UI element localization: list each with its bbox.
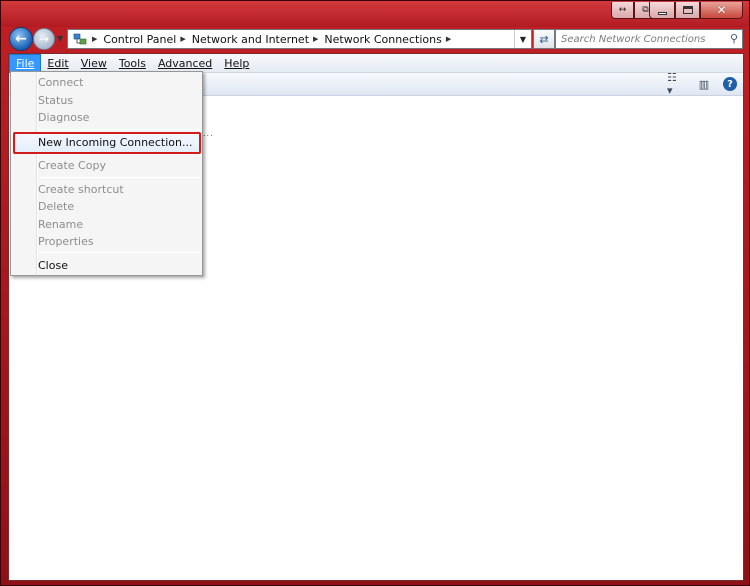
search-icon[interactable]: ⚲ [730, 32, 738, 45]
explorer-window: ↔ ⧉ ✕ ← → ▼ ▶ Control Panel ▶ Network an… [0, 0, 750, 586]
menu-separator [38, 154, 200, 155]
menu-separator [38, 252, 200, 253]
navigation-bar: ← → ▼ ▶ Control Panel ▶ Network and Inte… [9, 27, 743, 51]
menu-advanced-label: Advanced [157, 56, 213, 70]
file-menu-dropdown: Connect Status Diagnose New Incoming Con… [10, 71, 203, 276]
menu-edit[interactable]: Edit [41, 54, 74, 73]
resize-arrows-icon[interactable]: ↔ [611, 2, 634, 19]
breadcrumb-control-panel[interactable]: Control Panel [103, 33, 176, 46]
menu-help-label: Help [224, 56, 250, 70]
file-menu-connect[interactable]: Connect [38, 74, 83, 91]
file-menu-new-incoming-connection[interactable]: New Incoming Connection... [38, 134, 192, 151]
menu-file[interactable]: File [9, 53, 42, 73]
file-menu-delete[interactable]: Delete [38, 198, 74, 215]
breadcrumb-separator-icon[interactable]: ▶ [313, 35, 318, 43]
breadcrumb-separator-icon[interactable]: ▶ [92, 35, 97, 43]
refresh-button[interactable]: ⇄ [533, 29, 555, 49]
menu-help[interactable]: Help [218, 54, 255, 73]
minimize-button[interactable] [649, 2, 675, 19]
network-folder-icon [72, 31, 88, 47]
forward-arrow-icon: → [38, 32, 50, 46]
refresh-icon: ⇄ [539, 32, 549, 46]
back-button[interactable]: ← [9, 27, 33, 51]
file-menu-close[interactable]: Close [38, 257, 68, 274]
menu-separator [38, 177, 200, 178]
menu-tools-label: Tools [118, 56, 146, 70]
help-icon[interactable]: ? [723, 77, 737, 91]
address-history-dropdown[interactable]: ▼ [514, 30, 531, 48]
menu-separator [38, 129, 200, 130]
menu-tools[interactable]: Tools [113, 54, 152, 73]
close-button[interactable]: ✕ [700, 2, 743, 19]
file-menu-properties[interactable]: Properties [38, 233, 94, 250]
minimize-icon [657, 11, 667, 15]
menu-view[interactable]: View [75, 54, 113, 73]
maximize-icon [682, 6, 693, 14]
search-box[interactable]: ⚲ [555, 29, 743, 49]
recent-pages-dropdown[interactable]: ▼ [57, 34, 65, 43]
preview-pane-button[interactable]: ▥ [695, 76, 713, 92]
file-menu-diagnose[interactable]: Diagnose [38, 109, 89, 126]
close-icon: ✕ [716, 3, 727, 17]
file-menu-status[interactable]: Status [38, 92, 73, 109]
breadcrumb-separator-icon[interactable]: ▶ [180, 35, 185, 43]
menu-edit-label: Edit [47, 56, 69, 70]
forward-button[interactable]: → [33, 28, 55, 50]
preview-pane-icon: ▥ [698, 77, 710, 91]
file-menu-create-copy[interactable]: Create Copy [38, 157, 106, 174]
breadcrumb-network-connections[interactable]: Network Connections [324, 33, 441, 46]
menu-file-label: File [16, 56, 35, 70]
maximize-button[interactable] [675, 2, 700, 19]
back-arrow-icon: ← [15, 31, 27, 47]
address-bar[interactable]: ▶ Control Panel ▶ Network and Internet ▶… [67, 29, 532, 49]
views-icon: ☷ ▾ [667, 71, 677, 97]
breadcrumb-separator-icon[interactable]: ▶ [446, 35, 451, 43]
command-bar-right: ☷ ▾ ▥ ? [667, 71, 737, 97]
file-menu-rename[interactable]: Rename [38, 216, 83, 233]
menu-view-label: View [80, 56, 107, 70]
file-menu-create-shortcut[interactable]: Create shortcut [38, 181, 124, 198]
window-titlebar[interactable]: ↔ ⧉ ✕ [1, 1, 749, 27]
menu-advanced[interactable]: Advanced [152, 54, 218, 73]
caption-controls: ✕ [649, 2, 743, 19]
views-button[interactable]: ☷ ▾ [667, 71, 685, 97]
hidden-item-fragment: ... [203, 129, 214, 138]
search-input[interactable] [561, 31, 721, 47]
breadcrumb-network-and-internet[interactable]: Network and Internet [192, 33, 309, 46]
